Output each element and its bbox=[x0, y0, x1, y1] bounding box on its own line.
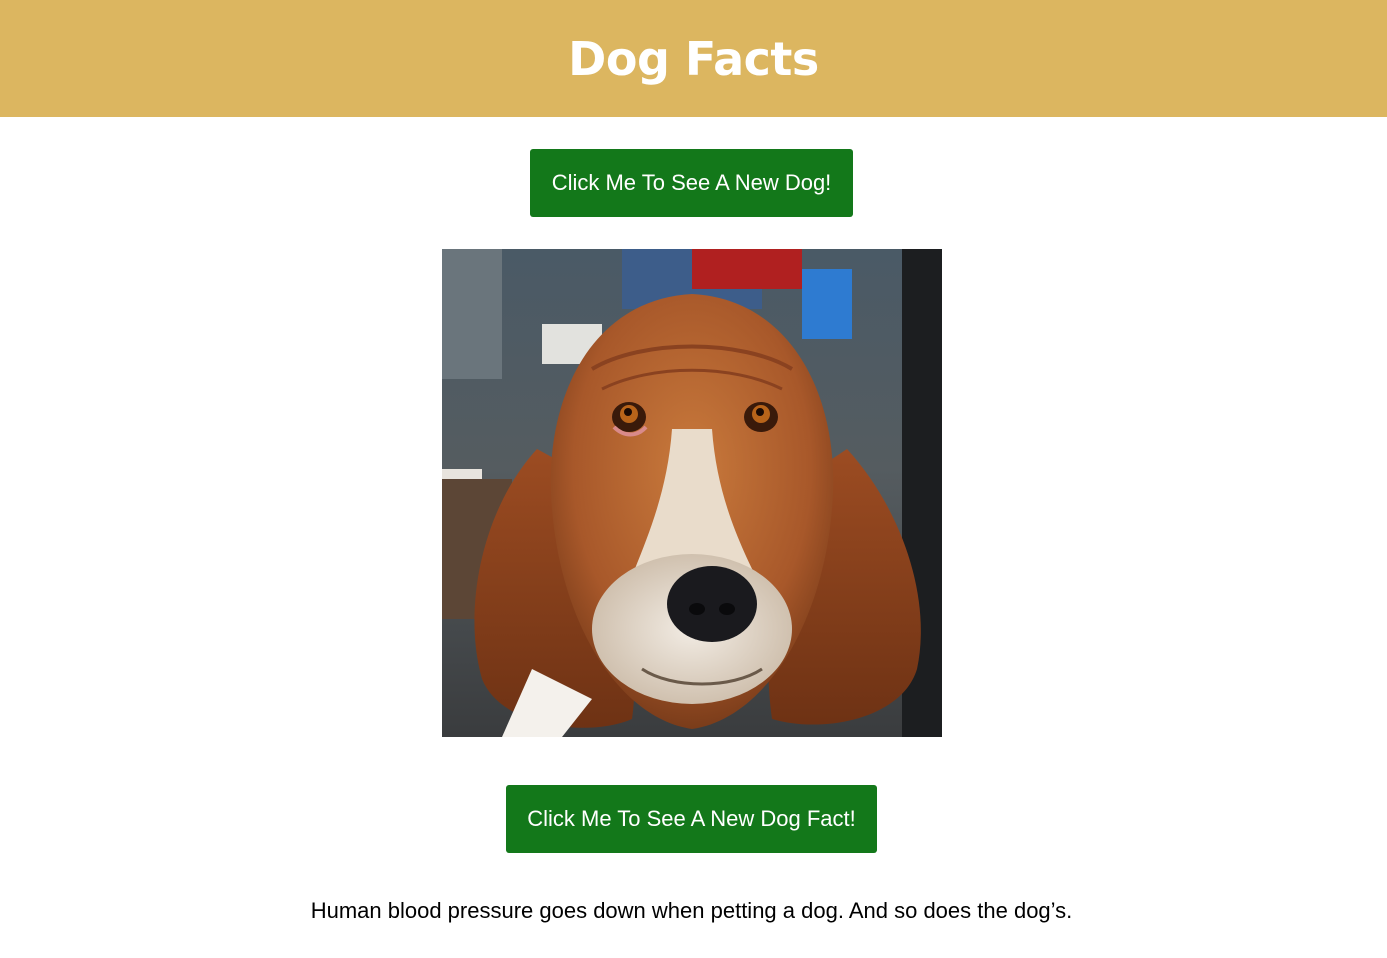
dog-fact-text: Human blood pressure goes down when pett… bbox=[310, 898, 1073, 923]
page-header: Dog Facts bbox=[0, 0, 1387, 117]
new-fact-button[interactable]: Click Me To See A New Dog Fact! bbox=[506, 785, 877, 853]
dog-image bbox=[442, 249, 942, 737]
new-dog-button[interactable]: Click Me To See A New Dog! bbox=[530, 149, 853, 217]
page-title: Dog Facts bbox=[568, 31, 819, 86]
